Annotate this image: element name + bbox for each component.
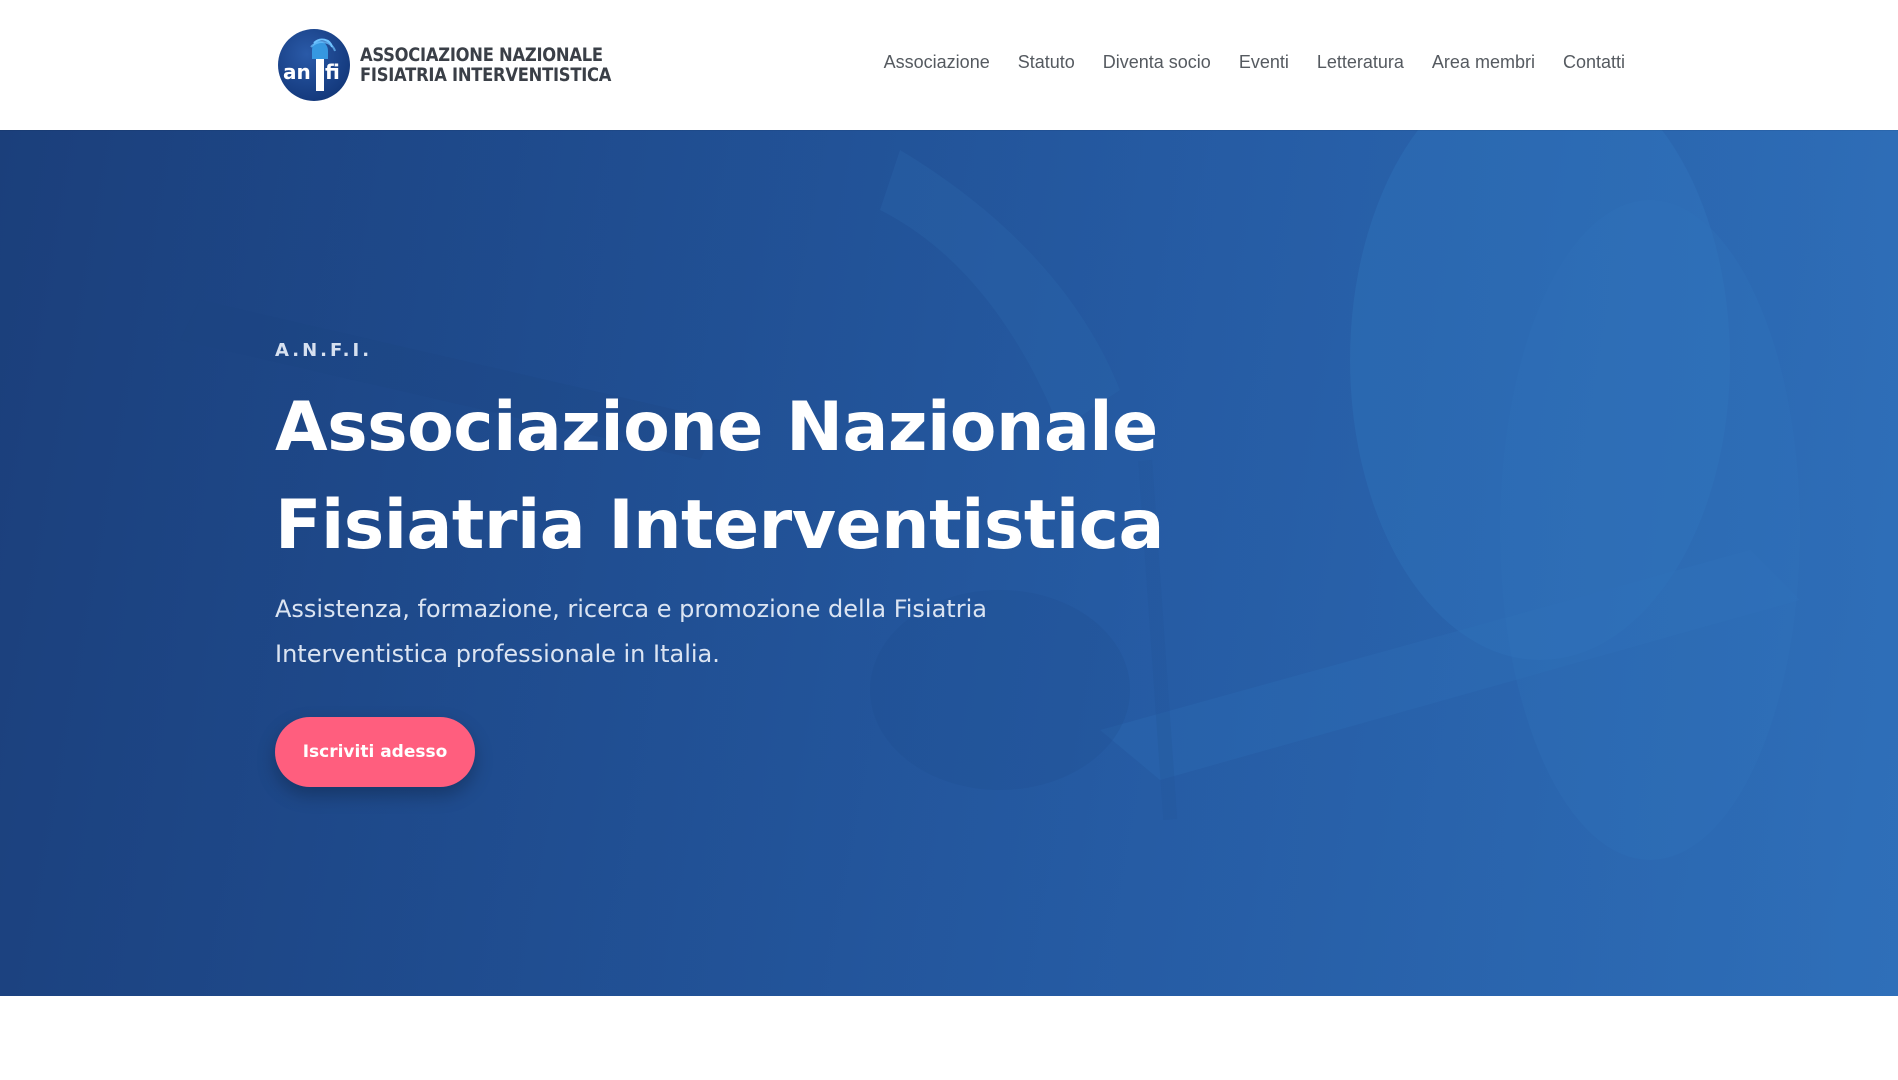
hero-eyebrow: A.N.F.I. [275,340,373,361]
signup-button[interactable]: Iscriviti adesso [275,717,475,787]
logo-mark-icon: an fi [278,29,350,101]
nav-item-contatti[interactable]: Contatti [1563,52,1625,73]
site-logo[interactable]: an fi ASSOCIAZIONE NAZIONALE FISIATRIA I… [278,29,652,101]
hero-subtitle: Assistenza, formazione, ricerca e promoz… [275,595,987,668]
hero-content: A.N.F.I. Associazione Nazionale Fisiatri… [275,340,1275,677]
hero-title: Associazione Nazionale Fisiatria Interve… [275,379,1275,575]
svg-text:fi: fi [325,60,340,84]
hero-title-line-1: Associazione Nazionale [275,388,1158,467]
main-nav: Associazione Statuto Diventa socio Event… [884,52,1625,73]
logo-line-2: FISIATRIA INTERVENTISTICA [360,64,612,86]
content-section-below [0,996,1898,1080]
nav-item-area-membri[interactable]: Area membri [1432,52,1535,73]
nav-item-statuto[interactable]: Statuto [1018,52,1075,73]
nav-item-eventi[interactable]: Eventi [1239,52,1289,73]
nav-item-diventa-socio[interactable]: Diventa socio [1103,52,1211,73]
svg-text:an: an [283,60,311,84]
site-header: an fi ASSOCIAZIONE NAZIONALE FISIATRIA I… [0,0,1898,130]
nav-item-letteratura[interactable]: Letteratura [1317,52,1404,73]
hero-title-line-2: Fisiatria Interventistica [275,486,1164,565]
nav-item-associazione[interactable]: Associazione [884,52,990,73]
hero-section: A.N.F.I. Associazione Nazionale Fisiatri… [0,130,1898,996]
logo-line-1: ASSOCIAZIONE NAZIONALE [360,44,603,66]
logo-wordmark: ASSOCIAZIONE NAZIONALE FISIATRIA INTERVE… [360,45,652,85]
